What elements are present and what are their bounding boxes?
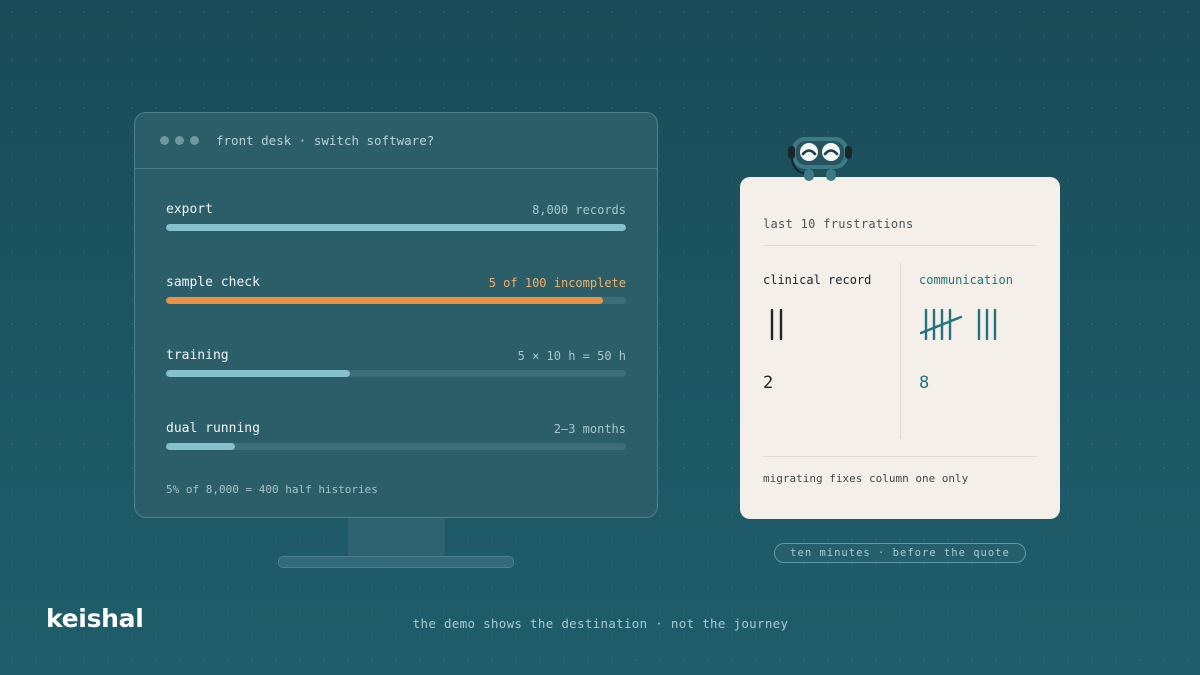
column-count-clinical-record: 2: [763, 373, 774, 393]
window-dot-icon[interactable]: [160, 136, 169, 145]
duration-pill: ten minutes · before the quote: [774, 543, 1026, 563]
row-value: 5 × 10 h = 50 h: [517, 349, 626, 363]
headset-robot-icon: [788, 137, 852, 181]
row-value: 2–3 months: [553, 422, 626, 436]
checklist: export 8,000 records sample check 5 of 1…: [135, 202, 657, 494]
row-label: training: [166, 348, 229, 363]
divider: [900, 263, 901, 439]
tally-marks-clinical-record-icon: [770, 308, 783, 341]
monitor-window: front desk · switch software? export 8,0…: [134, 112, 658, 518]
checklist-row-export: export 8,000 records: [166, 202, 626, 275]
tagline: the demo shows the destination · not the…: [412, 616, 789, 631]
row-label: export: [166, 202, 213, 217]
progress-fill: [166, 224, 626, 231]
row-label: sample check: [166, 275, 260, 290]
window-dot-icon[interactable]: [190, 136, 199, 145]
divider: [763, 456, 1037, 457]
checklist-row-sample-check: sample check 5 of 100 incomplete: [166, 275, 626, 348]
frustrations-card: last 10 frustrations clinical record 2 c…: [740, 177, 1060, 519]
footnote: 5% of 8,000 = 400 half histories: [166, 483, 378, 496]
tally-marks-communication-icon: [920, 308, 997, 341]
progress-track: [166, 443, 626, 450]
progress-track: [166, 370, 626, 377]
row-value: 5 of 100 incomplete: [488, 276, 626, 290]
progress-fill: [166, 443, 235, 450]
row-value: 8,000 records: [532, 203, 626, 217]
monitor-stand: [278, 556, 514, 568]
monitor-neck: [348, 518, 445, 556]
progress-fill: [166, 370, 350, 377]
column-heading-communication: communication: [919, 273, 1013, 287]
progress-track: [166, 224, 626, 231]
checklist-row-training: training 5 × 10 h = 50 h: [166, 348, 626, 421]
card-title: last 10 frustrations: [763, 217, 914, 231]
window-titlebar: front desk · switch software?: [135, 113, 657, 169]
column-count-communication: 8: [919, 373, 930, 393]
row-label: dual running: [166, 421, 260, 436]
progress-fill: [166, 297, 603, 304]
progress-track: [166, 297, 626, 304]
column-heading-clinical-record: clinical record: [763, 273, 872, 287]
window-dot-icon[interactable]: [175, 136, 184, 145]
window-title: front desk · switch software?: [216, 133, 435, 148]
divider: [763, 245, 1037, 246]
card-footer: migrating fixes column one only: [763, 472, 969, 485]
